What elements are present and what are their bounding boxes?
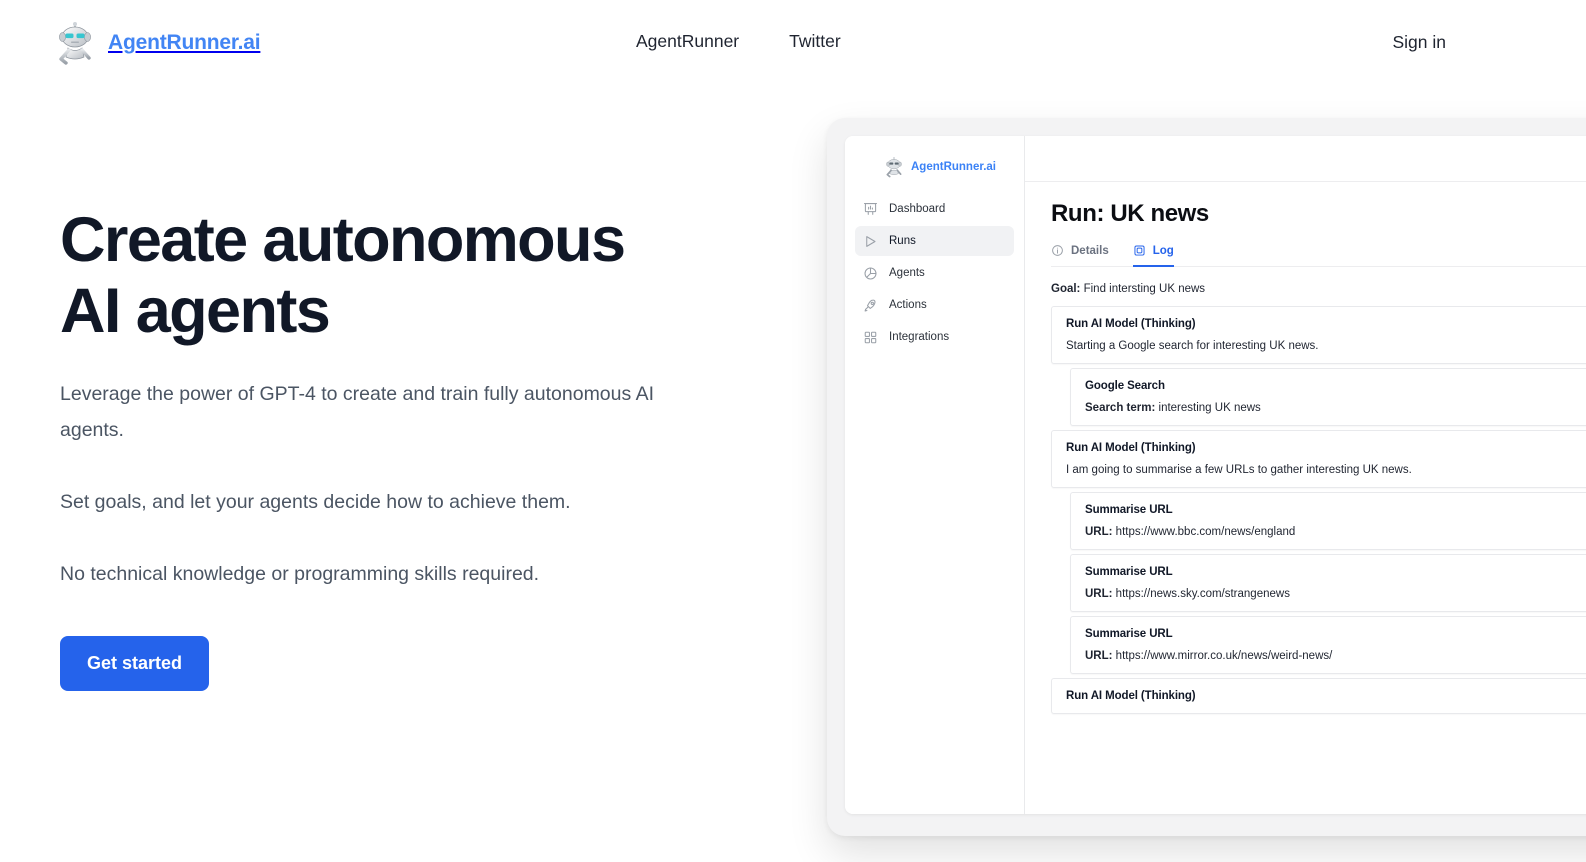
run-title: Run: UK news (1051, 200, 1209, 227)
hero-paragraph-3: No technical knowledge or programming sk… (60, 563, 540, 586)
presentation-chart-icon (863, 202, 878, 217)
app-brand-name: AgentRunner.ai (911, 161, 996, 173)
log-entry-title: Run AI Model (Thinking) (1066, 318, 1196, 330)
nav-link-twitter[interactable]: Twitter (789, 31, 841, 52)
log-entry-field-label: URL: (1085, 650, 1113, 662)
log-entry[interactable]: Summarise URL URL: https://www.mirror.co… (1070, 616, 1586, 674)
sidebar-item-label: Agents (889, 267, 925, 279)
hero-section: Create autonomous AI agents Leverage the… (60, 205, 760, 692)
content-topbar (1025, 136, 1586, 182)
sign-in-link[interactable]: Sign in (1392, 32, 1446, 52)
hero-heading-line-2: AI agents (60, 275, 331, 346)
log-entry-title: Summarise URL (1085, 566, 1173, 578)
sidebar-item-agents[interactable]: Agents (855, 258, 1014, 288)
app-screenshot-frame: AgentRunner.ai Dashboard Runs Agents Act… (827, 118, 1586, 836)
log-entry-title: Google Search (1085, 380, 1165, 392)
get-started-button[interactable]: Get started (60, 636, 210, 692)
run-tabs: Details Log (1051, 244, 1586, 267)
log-entry-title: Run AI Model (Thinking) (1066, 690, 1196, 702)
log-entry-field-value: interesting UK news (1158, 402, 1261, 414)
sidebar-item-label: Actions (889, 299, 927, 311)
log-entry-title: Summarise URL (1085, 628, 1173, 640)
log-entry[interactable]: Google Search Search term: interesting U… (1070, 368, 1586, 426)
tab-label: Details (1071, 244, 1109, 257)
app-sidebar: AgentRunner.ai Dashboard Runs Agents Act… (845, 136, 1025, 814)
tab-label: Log (1152, 244, 1174, 257)
log-entry-field-label: URL: (1085, 588, 1113, 600)
log-panel: Goal: Find intersting UK news Run AI Mod… (1025, 267, 1586, 714)
log-entry-field-value: https://news.sky.com/strangenews (1115, 588, 1290, 600)
hero-heading-line-1: Create autonomous (60, 205, 626, 275)
log-entry-field-value: https://www.mirror.co.uk/news/weird-news… (1115, 650, 1333, 662)
top-navigation: AgentRunner.ai AgentRunner Twitter Sign … (0, 0, 1586, 88)
hero-paragraph-1: Leverage the power of GPT-4 to create an… (60, 383, 655, 442)
goal-label: Goal: (1051, 283, 1081, 295)
log-entry-title: Run AI Model (Thinking) (1066, 442, 1196, 454)
sidebar-item-label: Runs (889, 235, 916, 247)
sidebar-item-runs[interactable]: Runs (855, 226, 1014, 256)
log-entry-field-label: Search term: (1085, 402, 1156, 414)
pie-circle-icon (863, 266, 878, 281)
log-entry-field: URL: https://www.mirror.co.uk/news/weird… (1085, 650, 1586, 662)
log-entry-field-value: https://www.bbc.com/news/england (1115, 526, 1296, 538)
sidebar-item-label: Integrations (889, 331, 950, 343)
robot-icon (883, 156, 905, 178)
brand-logo-link[interactable]: AgentRunner.ai (52, 20, 261, 66)
app-brand[interactable]: AgentRunner.ai (855, 150, 1014, 194)
sidebar-item-actions[interactable]: Actions (855, 290, 1014, 320)
log-entry[interactable]: Summarise URL URL: https://news.sky.com/… (1070, 554, 1586, 612)
tab-details[interactable]: Details (1051, 244, 1109, 267)
chip-square-icon (1133, 244, 1146, 257)
nav-right: Sign in (1392, 32, 1446, 53)
sidebar-item-dashboard[interactable]: Dashboard (855, 194, 1014, 224)
play-triangle-icon (863, 234, 878, 249)
log-entry-field: URL: https://news.sky.com/strangenews (1085, 588, 1586, 600)
log-entry[interactable]: Run AI Model (Thinking) Starting a Googl… (1051, 306, 1586, 364)
log-entry-text: I am going to summarise a few URLs to ga… (1066, 464, 1412, 476)
log-entry[interactable]: Run AI Model (Thinking) (1051, 678, 1586, 714)
nav-links: AgentRunner Twitter (636, 31, 841, 52)
app-window: AgentRunner.ai Dashboard Runs Agents Act… (845, 136, 1586, 814)
nav-link-agentrunner[interactable]: AgentRunner (636, 31, 739, 52)
log-entry[interactable]: Summarise URL URL: https://www.bbc.com/n… (1070, 492, 1586, 550)
grid-squares-icon (863, 330, 878, 345)
log-entry-field: URL: https://www.bbc.com/news/england (1085, 526, 1586, 538)
goal-value: Find intersting UK news (1083, 283, 1206, 295)
hero-paragraph-2: Set goals, and let your agents decide ho… (60, 491, 571, 514)
sidebar-item-label: Dashboard (889, 203, 946, 215)
log-entry-text: Starting a Google search for interesting… (1066, 340, 1319, 352)
brand-name: AgentRunner.ai (108, 31, 261, 54)
log-entry[interactable]: Run AI Model (Thinking) I am going to su… (1051, 430, 1586, 488)
sidebar-item-integrations[interactable]: Integrations (855, 322, 1014, 352)
log-entry-title: Summarise URL (1085, 504, 1173, 516)
goal-line: Goal: Find intersting UK news (1051, 283, 1586, 295)
robot-icon (52, 20, 98, 66)
page-title: Create autonomous AI agents (60, 205, 760, 346)
info-circle-icon (1051, 244, 1064, 257)
app-content: Run: UK news Details Log Goal: Find inte… (1025, 136, 1586, 814)
rocket-icon (863, 298, 878, 313)
log-entry-field: Search term: interesting UK news (1085, 402, 1586, 414)
landing-page: AgentRunner.ai AgentRunner Twitter Sign … (0, 0, 1586, 862)
tab-log[interactable]: Log (1132, 244, 1174, 267)
log-entry-field-label: URL: (1085, 526, 1113, 538)
